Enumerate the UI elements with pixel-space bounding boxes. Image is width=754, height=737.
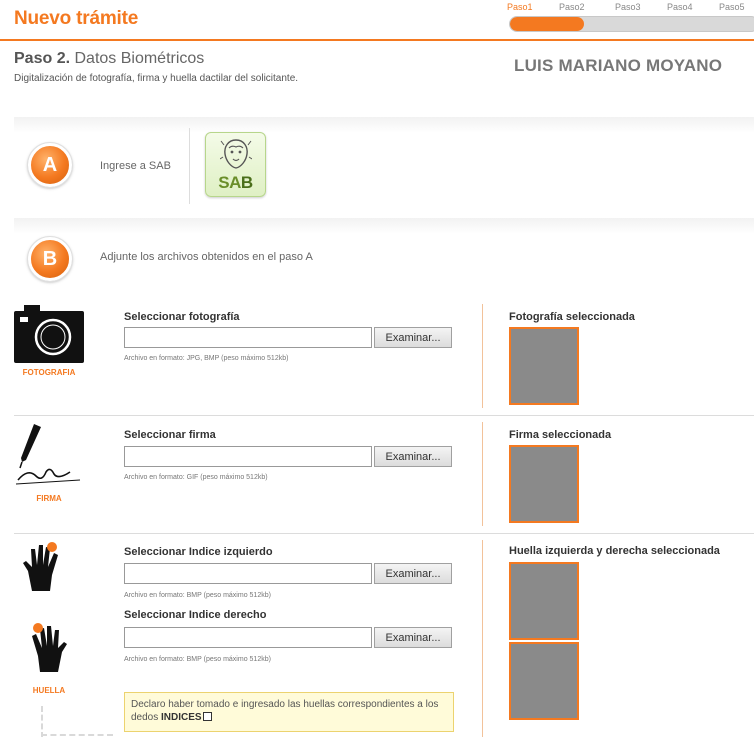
row-divider — [14, 415, 754, 416]
photo-browse-button[interactable]: Examinar... — [374, 327, 452, 348]
camera-icon — [14, 305, 84, 363]
progress-bar — [509, 16, 754, 32]
step-a-badge: A — [27, 142, 73, 188]
step-description: Digitalización de fotografía, firma y hu… — [14, 73, 299, 84]
hand-icon-right — [32, 623, 67, 672]
section-a-text: Ingrese a SAB — [100, 160, 171, 172]
left-index-preview — [509, 562, 579, 640]
step-label-4: Paso4 — [667, 2, 693, 12]
header-divider — [0, 39, 754, 41]
right-index-browse-button[interactable]: Examinar... — [374, 627, 452, 648]
photo-preview — [509, 327, 579, 405]
section-band — [14, 218, 754, 234]
column-separator — [482, 422, 483, 526]
step-b-letter: B — [42, 248, 58, 270]
fingerprint-preview-title: Huella izquierda y derecha seleccionada — [509, 545, 720, 557]
right-index-format-hint: Archivo en formato: BMP (peso máximo 512… — [124, 656, 271, 663]
photo-caption: FOTOGRAFIA — [22, 368, 76, 377]
lion-icon — [220, 139, 252, 169]
step-label-2: Paso2 — [559, 2, 585, 12]
pen-signature-icon — [15, 424, 81, 485]
signature-preview-title: Firma seleccionada — [509, 429, 612, 441]
left-index-browse-button[interactable]: Examinar... — [374, 563, 452, 584]
progress-fill — [510, 17, 585, 31]
left-index-format-hint: Archivo en formato: BMP (peso máximo 512… — [124, 592, 271, 599]
step-label-5: Paso5 — [719, 2, 745, 12]
column-separator — [482, 304, 483, 408]
step-name: Datos Biométricos — [74, 50, 205, 67]
fingerprint-declaration: Declaro haber tomado e ingresado las hue… — [124, 692, 454, 732]
step-label-3: Paso3 — [615, 2, 641, 12]
declaration-checkbox[interactable] — [202, 712, 212, 721]
hand-icon-left — [23, 542, 58, 591]
signature-file-input[interactable] — [124, 446, 372, 467]
section-a-separator — [189, 128, 190, 204]
dashed-guide — [41, 734, 113, 736]
signature-caption: FIRMA — [36, 494, 62, 503]
left-index-file-input[interactable] — [124, 563, 372, 584]
column-separator — [482, 540, 483, 737]
photo-file-input[interactable] — [124, 327, 372, 348]
sab-logo-link[interactable]: SAB — [205, 132, 266, 197]
photo-field-label: Seleccionar fotografía — [124, 311, 240, 323]
signature-format-hint: Archivo en formato: GIF (peso máximo 512… — [124, 474, 268, 481]
step-progress: Paso1 Paso2 Paso3 Paso4 Paso5 — [505, 0, 754, 40]
signature-preview — [509, 445, 579, 523]
right-index-file-input[interactable] — [124, 627, 372, 648]
dashed-guide — [41, 706, 43, 737]
step-number: Paso 2. — [14, 50, 71, 67]
section-band — [14, 117, 754, 133]
right-index-preview — [509, 642, 579, 720]
sab-logo-text: SAB — [218, 173, 253, 192]
fingerprint-caption: HUELLA — [32, 686, 66, 695]
applicant-name: LUIS MARIANO MOYANO — [514, 56, 723, 75]
step-a-letter: A — [42, 154, 58, 176]
right-index-field-label: Seleccionar Indice derecho — [124, 609, 267, 621]
declaration-emphasis: INDICES — [161, 712, 202, 723]
signature-field-label: Seleccionar firma — [124, 429, 216, 441]
step-b-badge: B — [27, 236, 73, 282]
photo-preview-title: Fotografía seleccionada — [509, 311, 635, 323]
step-label-1: Paso1 — [507, 2, 533, 12]
page-title: Nuevo trámite — [14, 8, 139, 29]
left-index-field-label: Seleccionar Indice izquierdo — [124, 546, 273, 558]
section-b-text: Adjunte los archivos obtenidos en el pas… — [100, 251, 313, 263]
step-heading: Paso 2. Datos Biométricos — [14, 50, 204, 68]
photo-format-hint: Archivo en formato: JPG, BMP (peso máxim… — [124, 355, 289, 362]
row-divider — [14, 533, 754, 534]
signature-browse-button[interactable]: Examinar... — [374, 446, 452, 467]
